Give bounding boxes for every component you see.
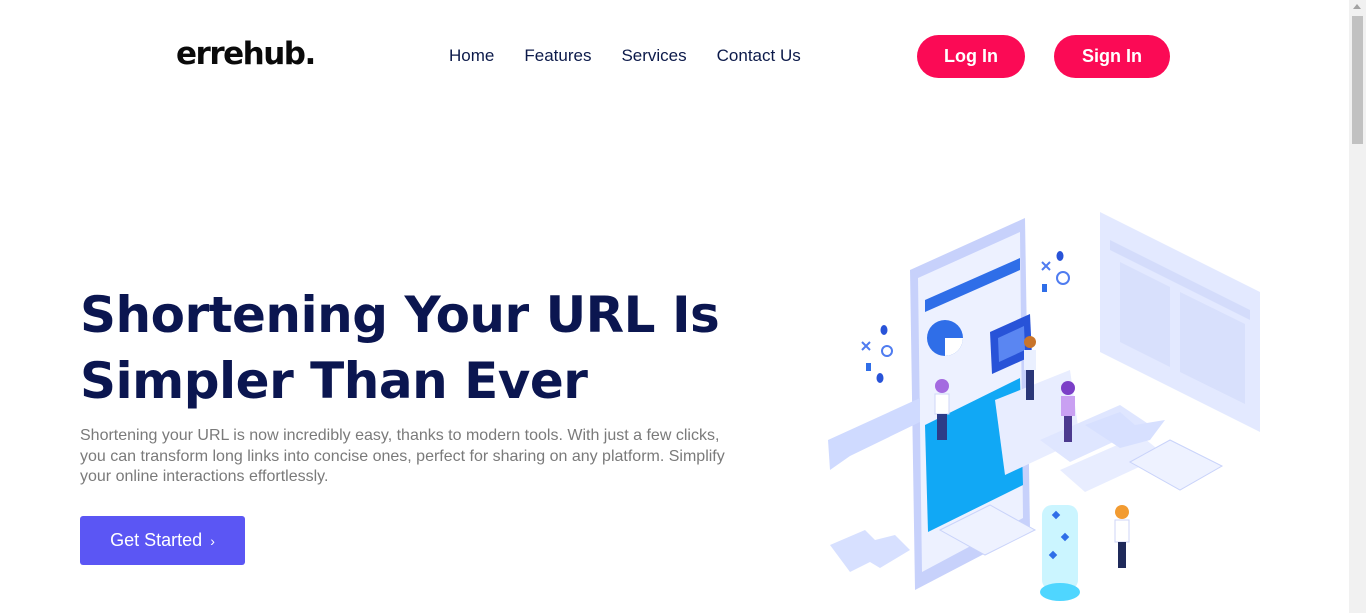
hero-title: Shortening Your URL Is Simpler Than Ever bbox=[80, 282, 720, 414]
browser-panel-shape bbox=[1100, 212, 1260, 432]
nav-link-features[interactable]: Features bbox=[524, 46, 591, 66]
get-started-label: Get Started bbox=[110, 530, 203, 550]
scrollbar-thumb[interactable] bbox=[1352, 16, 1363, 144]
hero-illustration bbox=[828, 212, 1260, 601]
nav-link-services[interactable]: Services bbox=[621, 46, 686, 66]
logo[interactable]: errehub. bbox=[176, 36, 316, 72]
chevron-right-icon: › bbox=[210, 532, 215, 549]
login-button[interactable]: Log In bbox=[917, 35, 1025, 78]
beam-shape bbox=[1040, 505, 1080, 601]
get-started-button[interactable]: Get Started › bbox=[80, 516, 245, 565]
hero-description: Shortening your URL is now incredibly ea… bbox=[80, 427, 725, 485]
nav-links: Home Features Services Contact Us bbox=[449, 46, 801, 66]
hero-title-line1: Shortening Your URL Is bbox=[80, 286, 720, 344]
scroll-up-icon[interactable] bbox=[1353, 4, 1361, 9]
signup-button[interactable]: Sign In bbox=[1054, 35, 1170, 78]
navbar: errehub. Home Features Services Contact … bbox=[0, 0, 1349, 112]
nav-link-home[interactable]: Home bbox=[449, 46, 494, 66]
nav-link-contact-us[interactable]: Contact Us bbox=[717, 46, 801, 66]
page-scrollbar[interactable] bbox=[1349, 0, 1366, 613]
hero-title-line2: Simpler Than Ever bbox=[80, 352, 588, 410]
speech-bubble-shape bbox=[828, 398, 920, 470]
